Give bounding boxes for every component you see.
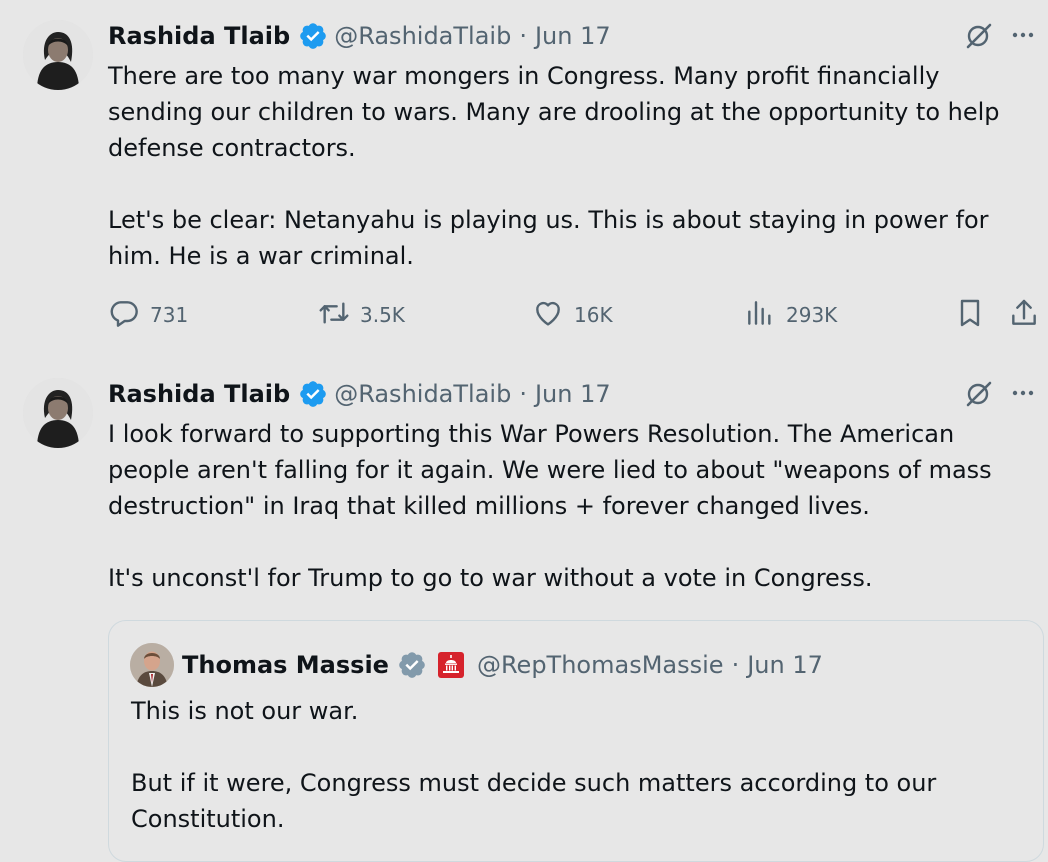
tweet-paragraph: There are too many war mongers in Congre… (108, 62, 1000, 162)
quoted-paragraph: But if it were, Congress must decide suc… (131, 769, 937, 833)
tweet-paragraph: It's unconst'l for Trump to go to war wi… (108, 564, 873, 592)
tweet-action-bar: 731 3.5K 16K 293K (108, 296, 1038, 334)
bookmark-button[interactable] (954, 296, 986, 334)
author-handle[interactable]: @RashidaTlaib (334, 22, 511, 50)
author-handle[interactable]: @RashidaTlaib (334, 380, 511, 408)
reply-button[interactable]: 731 (108, 296, 188, 334)
tweet-header: Rashida Tlaib @RashidaTlaib · Jun 17 (108, 377, 611, 411)
quoted-text: This is not our war. But if it were, Con… (131, 693, 1031, 837)
quoted-avatar[interactable] (130, 643, 174, 687)
quoted-paragraph: This is not our war. (131, 697, 359, 725)
tweet-paragraph: Let's be clear: Netanyahu is playing us.… (108, 206, 989, 270)
tweet-date[interactable]: Jun 17 (535, 22, 611, 50)
quoted-date[interactable]: Jun 17 (747, 651, 823, 679)
separator-dot: · (519, 380, 527, 408)
tweet-date[interactable]: Jun 17 (535, 380, 611, 408)
us-capitol-icon[interactable] (437, 651, 465, 679)
more-icon[interactable] (1008, 20, 1038, 50)
repost-icon (318, 297, 350, 334)
repost-button[interactable]: 3.5K (318, 296, 405, 334)
government-badge-icon[interactable] (397, 650, 427, 680)
views-button[interactable]: 293K (744, 296, 837, 334)
tweet[interactable]: Rashida Tlaib @RashidaTlaib · Jun 17 The… (0, 0, 1048, 352)
verified-badge-icon[interactable] (298, 21, 328, 51)
like-icon (532, 297, 564, 334)
views-icon (744, 297, 776, 334)
tweet-text: There are too many war mongers in Congre… (108, 58, 1028, 274)
reply-icon (108, 297, 140, 334)
like-button[interactable]: 16K (532, 296, 613, 334)
bookmark-icon (954, 297, 986, 334)
avatar[interactable] (23, 20, 93, 90)
quoted-tweet[interactable]: Thomas Massie @RepThomasMassie · Jun 17 … (108, 620, 1044, 862)
reply-count: 731 (150, 303, 189, 327)
quoted-author-name[interactable]: Thomas Massie (182, 651, 389, 679)
share-button[interactable] (1008, 296, 1040, 334)
avatar[interactable] (23, 378, 93, 448)
views-count: 293K (786, 303, 838, 327)
tweet-top-actions (964, 20, 1038, 50)
tweet-header: Rashida Tlaib @RashidaTlaib · Jun 17 (108, 19, 611, 53)
repost-count: 3.5K (360, 303, 405, 327)
grok-icon[interactable] (964, 20, 994, 50)
separator-dot: · (519, 22, 527, 50)
quoted-author-handle[interactable]: @RepThomasMassie (477, 651, 724, 679)
grok-icon[interactable] (964, 378, 994, 408)
like-count: 16K (574, 303, 613, 327)
author-name[interactable]: Rashida Tlaib (108, 22, 290, 50)
separator-dot: · (731, 651, 740, 679)
tweet-paragraph: I look forward to supporting this War Po… (108, 420, 992, 520)
share-icon (1008, 297, 1040, 334)
author-name[interactable]: Rashida Tlaib (108, 380, 290, 408)
quoted-header: Thomas Massie @RepThomasMassie · Jun 17 (182, 648, 823, 682)
tweet-top-actions (964, 378, 1038, 408)
tweet-text: I look forward to supporting this War Po… (108, 416, 1028, 596)
verified-badge-icon[interactable] (298, 379, 328, 409)
more-icon[interactable] (1008, 378, 1038, 408)
